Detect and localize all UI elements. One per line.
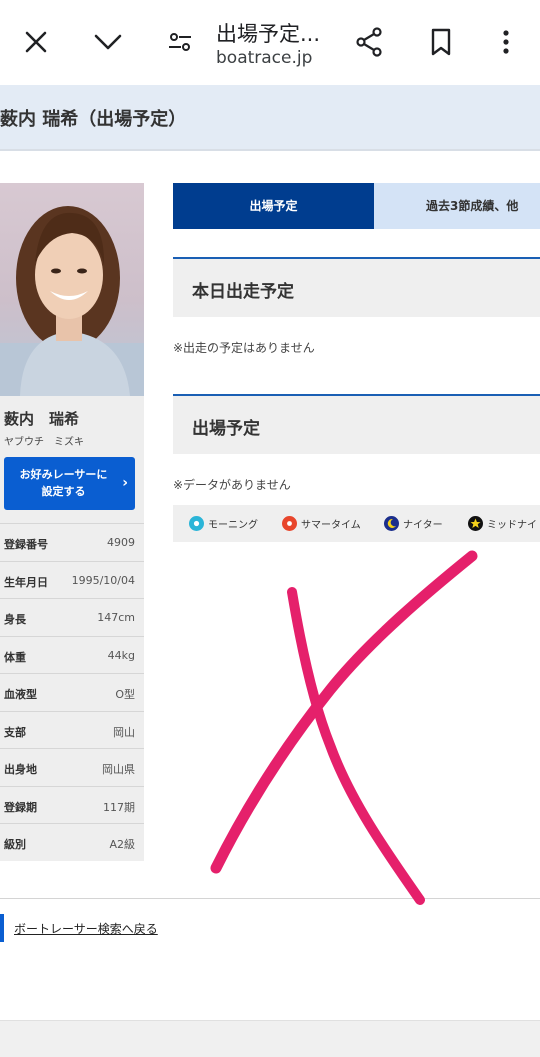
racer-name-panel: 薮内 瑞希 ヤブウチ ミズキ お好みレーサーに 設定する › (0, 396, 144, 523)
tab-past-results[interactable]: 過去3節成績、他 (374, 183, 540, 229)
summer-sun-icon (282, 516, 297, 531)
info-label: 出身地 (4, 763, 37, 776)
info-value: A2級 (109, 838, 135, 851)
url-text[interactable]: boatrace.jp (216, 48, 312, 68)
today-heading-text: 本日出走予定 (192, 282, 294, 302)
info-row-branch: 支部 岡山 (0, 710, 144, 749)
legend-nighter: ナイター (384, 516, 443, 531)
info-value: 1995/10/04 (71, 573, 135, 587)
info-label: 級別 (4, 838, 26, 851)
legend-summer-label: サマータイム (301, 520, 361, 531)
today-note: ※出走の予定はありません (173, 341, 315, 355)
page-controls-icon[interactable] (160, 22, 200, 62)
bottom-bar (0, 1020, 540, 1057)
divider (0, 898, 540, 899)
info-row-weight: 体重 44kg (0, 635, 144, 674)
share-icon[interactable] (349, 22, 389, 62)
favorite-button-label-line1: お好みレーサーに (19, 468, 108, 481)
legend-nighter-label: ナイター (403, 520, 443, 531)
legend-midnight: ミッドナイト (468, 516, 540, 531)
favorite-racer-button[interactable]: お好みレーサーに 設定する › (4, 457, 135, 510)
legend-morning-label: モーニング (208, 520, 258, 531)
racer-photo (0, 183, 144, 396)
info-value: 147cm (97, 611, 135, 624)
racer-name: 薮内 瑞希 (4, 410, 80, 428)
info-value: 44kg (107, 648, 135, 662)
page-title: 薮内 瑞希（出場予定） (0, 109, 187, 130)
race-type-legend: モーニング サマータイム ナイター ミッドナイト (173, 505, 540, 542)
close-icon[interactable] (16, 22, 56, 62)
page-header: 薮内 瑞希（出場予定） (0, 85, 540, 151)
info-label: 登録番号 (4, 538, 48, 551)
info-value: 岡山県 (102, 763, 135, 776)
info-label: 血液型 (4, 688, 37, 701)
bookmark-icon[interactable] (421, 22, 461, 62)
racer-name-kana: ヤブウチ ミズキ (4, 437, 84, 448)
legend-midnight-label: ミッドナイト (487, 520, 540, 531)
favorite-button-label-line2: 設定する (41, 485, 86, 498)
info-value: O型 (115, 688, 135, 701)
racer-info-table: 登録番号 4909 生年月日 1995/10/04 身長 147cm 体重 44kg 血… (0, 523, 144, 861)
back-to-search-link[interactable]: ボートレーサー検索へ戻る (14, 920, 158, 937)
info-value: 岡山 (113, 725, 135, 739)
info-label: 身長 (4, 613, 26, 626)
back-link-marker (0, 914, 4, 942)
page-title-tab: 出場予定... (216, 22, 321, 46)
info-label: 生年月日 (4, 575, 48, 589)
info-value: 117期 (103, 800, 135, 814)
schedule-note: ※データがありません (173, 478, 291, 492)
info-row-registration-number: 登録番号 4909 (0, 523, 144, 561)
info-row-hometown: 出身地 岡山県 (0, 748, 144, 786)
schedule-heading-text: 出場予定 (192, 419, 260, 439)
info-label: 支部 (4, 725, 26, 739)
legend-summer: サマータイム (282, 516, 361, 531)
info-label: 登録期 (4, 800, 37, 814)
more-menu-icon[interactable] (486, 22, 526, 62)
info-label: 体重 (4, 650, 26, 664)
schedule-section-heading: 出場予定 (173, 394, 540, 454)
chevron-down-icon[interactable] (88, 22, 128, 62)
info-row-height: 身長 147cm (0, 598, 144, 636)
chevron-right-icon: › (122, 475, 128, 491)
info-row-class: 級別 A2級 (0, 823, 144, 861)
today-section-heading: 本日出走予定 (173, 257, 540, 317)
browser-toolbar: 出場予定... boatrace.jp (0, 0, 540, 85)
star-icon (468, 516, 483, 531)
info-row-birthdate: 生年月日 1995/10/04 (0, 560, 144, 599)
tab-schedule[interactable]: 出場予定 (173, 183, 374, 229)
info-row-blood-type: 血液型 O型 (0, 673, 144, 711)
legend-morning: モーニング (189, 516, 258, 531)
morning-icon (189, 516, 204, 531)
moon-icon (384, 516, 399, 531)
info-value: 4909 (107, 536, 135, 549)
info-row-registration-term: 登録期 117期 (0, 785, 144, 824)
